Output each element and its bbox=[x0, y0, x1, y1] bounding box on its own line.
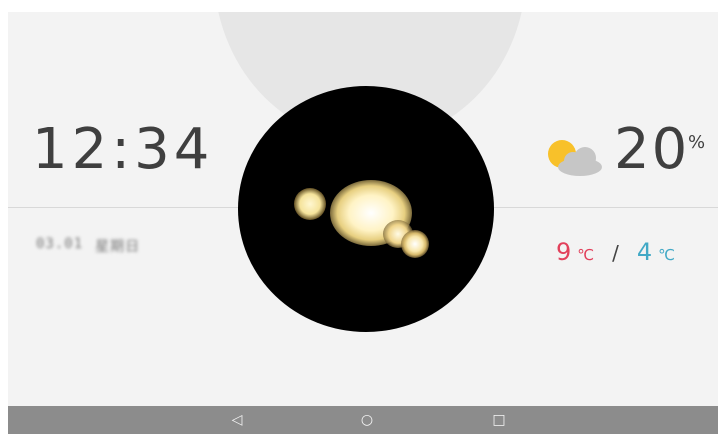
android-navigation-bar: ◁ ○ □ bbox=[8, 406, 718, 434]
date-day: 03.01 bbox=[36, 236, 84, 252]
center-video-circle[interactable] bbox=[238, 86, 494, 332]
date-weekday: 星期日 bbox=[95, 239, 141, 255]
clock-time: 12:34 bbox=[32, 117, 214, 182]
low-temperature: 4 bbox=[636, 238, 653, 266]
high-temperature: 9 bbox=[556, 238, 572, 266]
date-line: 03.01 星期日 bbox=[36, 236, 140, 256]
light-glow-right-2 bbox=[401, 230, 429, 258]
temperature-range: 9 ℃ / 4 ℃ bbox=[556, 240, 675, 264]
recents-icon[interactable]: □ bbox=[490, 412, 508, 428]
high-temperature-unit: ℃ bbox=[577, 246, 595, 264]
back-icon[interactable]: ◁ bbox=[228, 412, 246, 428]
light-glow-small bbox=[294, 188, 326, 220]
temperature-separator: / bbox=[612, 241, 619, 265]
low-temperature-unit: ℃ bbox=[658, 246, 676, 264]
current-temperature-unit: % bbox=[688, 132, 706, 153]
home-icon[interactable]: ○ bbox=[358, 412, 376, 428]
current-temperature: 20 bbox=[614, 117, 690, 182]
lock-screen: 12:34 03.01 星期日 20 % 9 ℃ / 4 ℃ bbox=[8, 12, 718, 406]
partly-cloudy-icon bbox=[548, 140, 602, 176]
